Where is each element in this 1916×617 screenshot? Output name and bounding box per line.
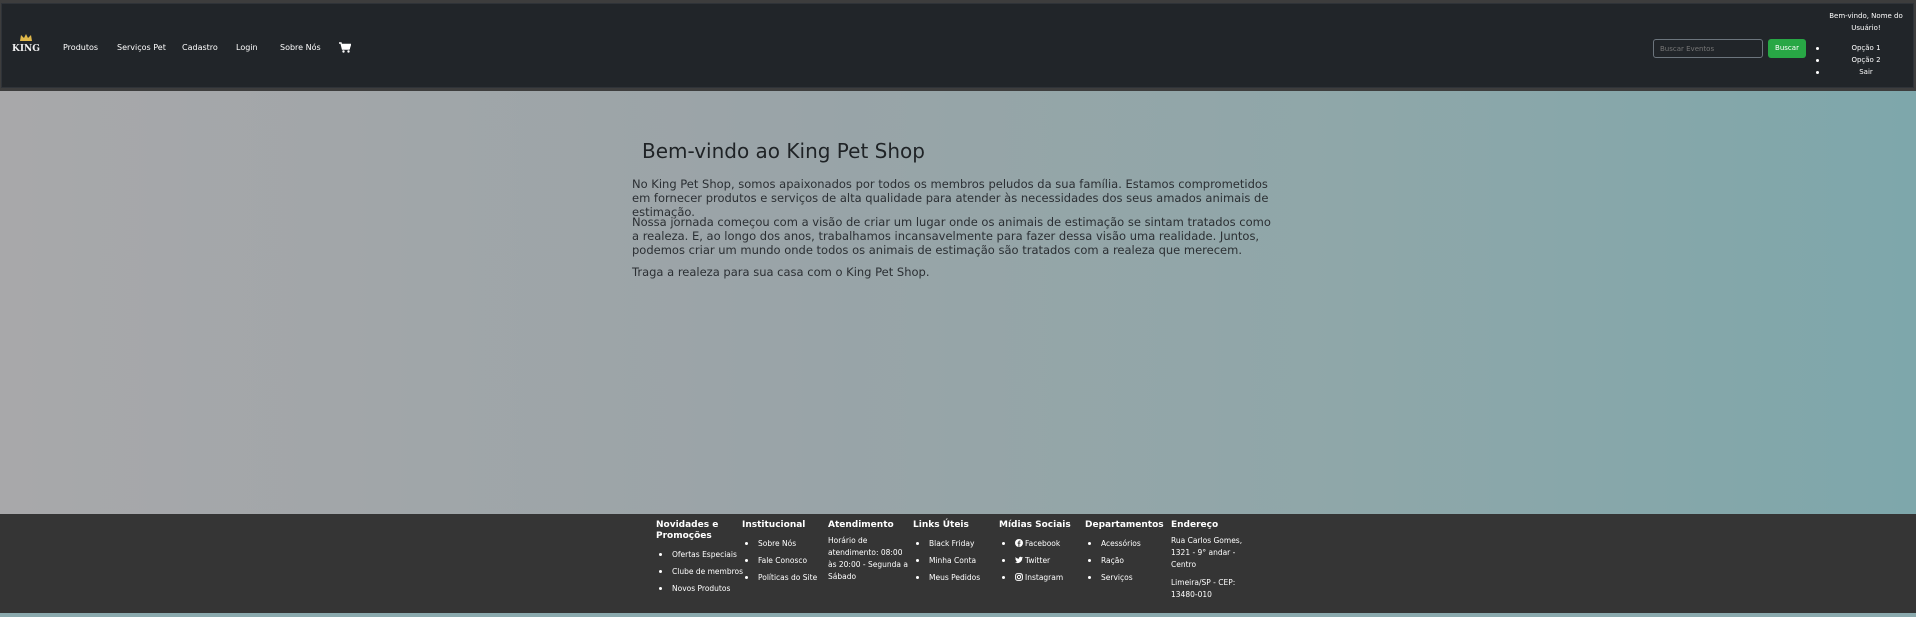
journey-paragraph: Nossa jornada começou com a visão de cri… — [632, 215, 1271, 257]
footer-atendimento-text: Horário de atendimento: 08:00 às 20:00 -… — [828, 536, 908, 581]
nav-link-sobre-nos[interactable]: Sobre Nós — [280, 43, 321, 52]
user-menu-item-opcao-2[interactable]: Opção 2 — [1816, 54, 1916, 66]
footer-address-line-2: Limeira/SP - CEP: 13480-010 — [1171, 578, 1236, 599]
footer-link-sobre-nos[interactable]: Sobre Nós — [742, 535, 826, 552]
footer-link-instagram[interactable]: Instagram — [999, 569, 1083, 586]
footer-link-clube-de-membros[interactable]: Clube de membros — [656, 563, 743, 580]
page-bottom-strip — [0, 613, 1916, 617]
facebook-icon — [1015, 539, 1023, 547]
footer-heading-endereco: Endereço — [1171, 520, 1219, 530]
user-menu-item-sair[interactable]: Sair — [1816, 66, 1916, 78]
footer-heading-novidades: Novidades e Promoções — [656, 520, 719, 541]
footer-heading-atendimento: Atendimento — [828, 520, 894, 530]
footer-link-minha-conta[interactable]: Minha Conta — [913, 552, 997, 569]
navbar-container: KING Produtos Serviços Pet Cadastro Logi… — [1, 3, 1914, 88]
footer-link-servicos[interactable]: Serviços — [1085, 569, 1169, 586]
nav-link-produtos[interactable]: Produtos — [63, 43, 98, 52]
user-greeting: Bem-vindo, Nome do Usuário! — [1829, 12, 1903, 32]
footer-col-novidades: Novidades e Promoções Ofertas Especiais … — [656, 520, 743, 597]
intro-paragraph: No King Pet Shop, somos apaixonados por … — [632, 177, 1269, 219]
footer-link-ofertas-especiais[interactable]: Ofertas Especiais — [656, 546, 740, 563]
footer-col-departamentos: Departamentos Acessórios Ração Serviços — [1085, 520, 1169, 586]
twitter-icon — [1015, 556, 1023, 564]
footer-col-midias-sociais: Mídias Sociais Facebook Twitter Instagra… — [999, 520, 1083, 586]
footer-link-meus-pedidos[interactable]: Meus Pedidos — [913, 569, 997, 586]
footer-link-acessorios[interactable]: Acessórios — [1085, 535, 1169, 552]
user-menu: Opção 1 Opção 2 Sair — [1816, 42, 1916, 78]
footer-col-atendimento: Atendimento Horário de atendimento: 08:0… — [828, 520, 908, 583]
footer-link-politicas-do-site[interactable]: Políticas do Site — [742, 569, 826, 586]
nav-link-servicos-pet[interactable]: Serviços Pet — [117, 43, 166, 52]
footer-heading-departamentos: Departamentos — [1085, 520, 1164, 530]
brand-logo-text: KING — [12, 44, 40, 54]
footer-col-institucional: Institucional Sobre Nós Fale Conosco Pol… — [742, 520, 826, 586]
cart-icon[interactable] — [339, 42, 351, 53]
brand-logo[interactable]: KING — [12, 34, 40, 61]
nav-link-cadastro[interactable]: Cadastro — [182, 43, 218, 52]
footer: Novidades e Promoções Ofertas Especiais … — [0, 514, 1916, 613]
footer-heading-institucional: Institucional — [742, 520, 806, 530]
footer-link-twitter-label: Twitter — [1025, 556, 1051, 565]
page-title: Bem-vindo ao King Pet Shop — [642, 139, 925, 163]
footer-col-endereco: Endereço Rua Carlos Gomes, 1321 - 9° and… — [1171, 520, 1261, 601]
footer-link-instagram-label: Instagram — [1025, 573, 1064, 582]
crown-icon — [20, 34, 32, 41]
search-input[interactable] — [1653, 39, 1763, 58]
instagram-icon — [1015, 573, 1023, 581]
footer-heading-links-uteis: Links Úteis — [913, 520, 969, 530]
nav-link-login[interactable]: Login — [236, 43, 258, 52]
user-menu-item-opcao-1[interactable]: Opção 1 — [1816, 42, 1916, 54]
footer-link-facebook-label: Facebook — [1025, 539, 1061, 548]
footer-address-line-1: Rua Carlos Gomes, 1321 - 9° andar - Cent… — [1171, 536, 1243, 569]
search-button[interactable]: Buscar — [1768, 39, 1806, 58]
footer-link-novos-produtos[interactable]: Novos Produtos — [656, 580, 740, 597]
footer-link-twitter[interactable]: Twitter — [999, 552, 1083, 569]
footer-link-racao[interactable]: Ração — [1085, 552, 1169, 569]
footer-col-links-uteis: Links Úteis Black Friday Minha Conta Meu… — [913, 520, 997, 586]
footer-link-facebook[interactable]: Facebook — [999, 535, 1083, 552]
navbar: KING Produtos Serviços Pet Cadastro Logi… — [0, 0, 1916, 91]
footer-link-black-friday[interactable]: Black Friday — [913, 535, 997, 552]
footer-link-fale-conosco[interactable]: Fale Conosco — [742, 552, 826, 569]
closing-paragraph: Traga a realeza para sua casa com o King… — [632, 265, 930, 279]
main-content: Bem-vindo ao King Pet Shop No King Pet S… — [0, 91, 1916, 514]
footer-heading-midias-sociais: Mídias Sociais — [999, 520, 1071, 530]
